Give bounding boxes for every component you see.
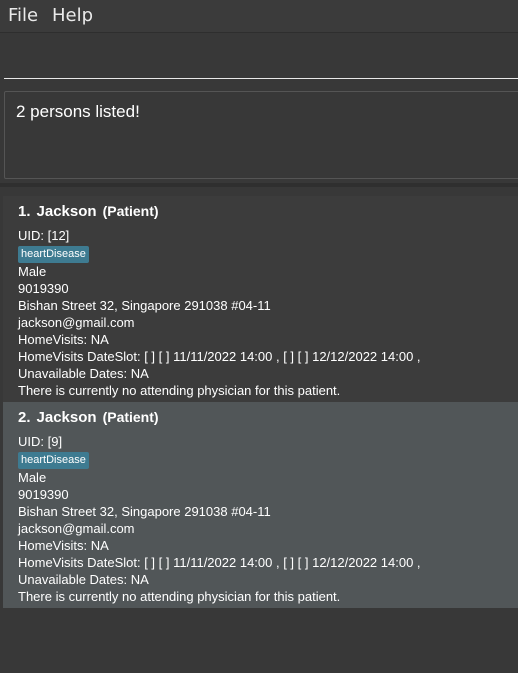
command-input[interactable] — [4, 42, 518, 79]
result-message: 2 persons listed! — [16, 102, 140, 121]
person-date-slot: HomeVisits DateSlot: [ ] [ ] 11/11/2022 … — [18, 555, 421, 570]
person-email: jackson@gmail.com — [18, 521, 135, 536]
person-type: (Patient) — [102, 203, 159, 219]
divider — [0, 183, 518, 187]
result-display: 2 persons listed! — [4, 91, 518, 179]
person-card[interactable]: 1. Jackson (Patient) UID: [12] heartDise… — [3, 196, 518, 402]
person-phone: 9019390 — [18, 281, 69, 296]
menu-bar: File Help — [0, 0, 518, 33]
person-card[interactable]: 2. Jackson (Patient) UID: [9] heartDisea… — [3, 402, 518, 608]
person-unavailable: Unavailable Dates: NA — [18, 572, 149, 587]
command-area — [0, 34, 518, 84]
person-gender: Male — [18, 470, 47, 485]
name-row: 2. Jackson (Patient) — [18, 409, 508, 433]
person-date-slot: HomeVisits DateSlot: [ ] [ ] 11/11/2022 … — [18, 349, 421, 364]
person-index: 1. — [18, 203, 31, 220]
person-name: Jackson — [36, 203, 97, 220]
person-uid: UID: [12] — [18, 228, 70, 243]
menu-help[interactable]: Help — [52, 5, 93, 26]
person-address: Bishan Street 32, Singapore 291038 #04-1… — [18, 298, 271, 313]
person-uid: UID: [9] — [18, 434, 63, 449]
person-physician: There is currently no attending physicia… — [18, 589, 341, 604]
condition-tag: heartDisease — [18, 246, 89, 263]
person-unavailable: Unavailable Dates: NA — [18, 366, 149, 381]
person-home-visits: HomeVisits: NA — [18, 332, 109, 347]
condition-tag: heartDisease — [18, 452, 89, 469]
person-list[interactable]: 1. Jackson (Patient) UID: [12] heartDise… — [3, 196, 518, 608]
person-physician: There is currently no attending physicia… — [18, 383, 341, 398]
person-phone: 9019390 — [18, 487, 69, 502]
person-home-visits: HomeVisits: NA — [18, 538, 109, 553]
menu-file[interactable]: File — [8, 5, 38, 26]
person-gender: Male — [18, 264, 47, 279]
person-email: jackson@gmail.com — [18, 315, 135, 330]
person-type: (Patient) — [102, 409, 159, 425]
name-row: 1. Jackson (Patient) — [18, 203, 508, 227]
person-address: Bishan Street 32, Singapore 291038 #04-1… — [18, 504, 271, 519]
person-name: Jackson — [36, 409, 97, 426]
person-index: 2. — [18, 409, 31, 426]
